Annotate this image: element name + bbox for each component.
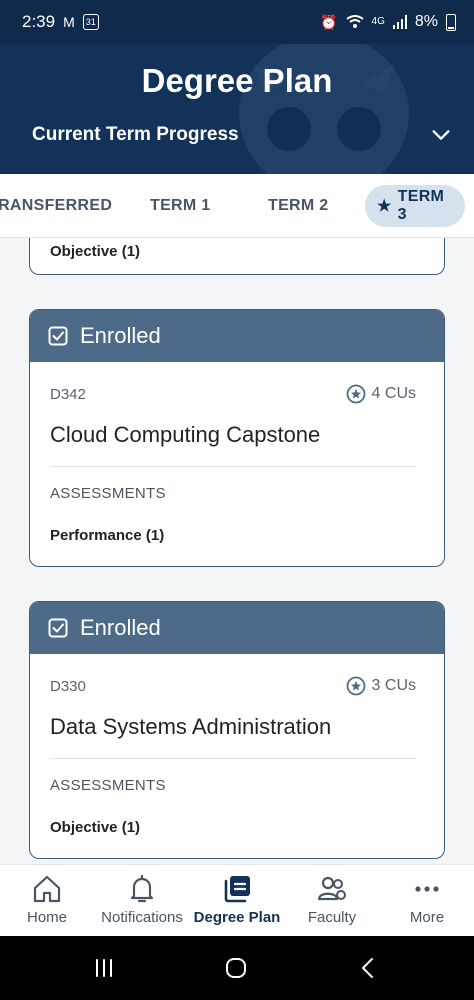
competency-units: 3 CUs xyxy=(346,676,416,696)
tab-term-3[interactable]: ★ TERM 3 xyxy=(365,185,465,227)
star-badge-icon xyxy=(346,384,365,404)
course-card[interactable]: Enrolled D342 4 CUs Cloud Computing Caps… xyxy=(29,309,445,567)
cu-value: 4 CUs xyxy=(371,385,416,402)
gmail-icon: M xyxy=(63,14,75,30)
tab-label: TRANSFERRED xyxy=(0,197,113,214)
course-code: D342 xyxy=(50,386,86,403)
bell-icon xyxy=(130,874,154,903)
alarm-icon: ⏰ xyxy=(320,14,338,30)
tab-term-1[interactable]: TERM 1 xyxy=(150,185,210,227)
term-tabs: TRANSFERRED TERM 1 TERM 2 ★ TERM 3 xyxy=(0,174,474,238)
tab-label: TERM 2 xyxy=(268,197,329,214)
back-icon[interactable] xyxy=(356,956,380,980)
tab-label: TERM 3 xyxy=(397,188,445,223)
assessment-item: Objective (1) xyxy=(50,819,141,836)
course-list[interactable]: Objective (1) Enrolled D342 4 CUs Cloud … xyxy=(0,238,474,864)
recent-apps-icon[interactable] xyxy=(92,956,116,980)
bottom-nav: Home Notifications Degree Plan Faculty M… xyxy=(0,864,474,936)
nav-home[interactable]: Home xyxy=(0,873,97,926)
checkbox-checked-icon xyxy=(48,618,68,638)
status-time: 2:39 xyxy=(22,12,56,31)
assessments-heading: ASSESSMENTS xyxy=(50,485,166,502)
cu-value: 3 CUs xyxy=(371,677,416,694)
star-badge-icon xyxy=(346,676,365,696)
course-card[interactable]: Objective (1) xyxy=(29,238,445,275)
card-status-header: Enrolled xyxy=(30,310,444,362)
nav-notifications[interactable]: Notifications xyxy=(92,873,192,926)
status-label: Enrolled xyxy=(80,615,161,640)
nav-label: Faculty xyxy=(307,909,357,926)
course-title: Cloud Computing Capstone xyxy=(50,422,321,447)
tab-transferred[interactable]: TRANSFERRED xyxy=(0,185,112,227)
course-card[interactable]: Enrolled D330 3 CUs Data Systems Adminis… xyxy=(29,601,445,859)
term-progress-toggle[interactable]: Current Term Progress xyxy=(32,124,452,146)
wifi-icon xyxy=(345,15,364,28)
assessment-item: Objective (1) xyxy=(50,243,141,260)
checkbox-checked-icon xyxy=(48,326,68,346)
nav-label: More xyxy=(409,909,445,926)
nav-label: Degree Plan xyxy=(193,909,281,926)
home-button-icon[interactable] xyxy=(224,956,248,980)
battery-icon xyxy=(446,13,456,31)
app-header: Degree Plan Current Term Progress xyxy=(0,44,474,174)
divider xyxy=(50,758,416,759)
page-title: Degree Plan xyxy=(141,62,333,99)
degree-plan-icon xyxy=(224,876,250,903)
nav-label: Home xyxy=(26,909,67,926)
faculty-icon xyxy=(317,876,346,901)
status-label: Enrolled xyxy=(80,323,161,348)
system-navigation-bar xyxy=(0,936,474,1000)
tab-term-2[interactable]: TERM 2 xyxy=(268,185,328,227)
assessments-heading: ASSESSMENTS xyxy=(50,777,166,794)
term-progress-label: Current Term Progress xyxy=(32,124,239,145)
signal-icon xyxy=(392,15,407,29)
chevron-down-icon[interactable] xyxy=(430,124,452,146)
home-icon xyxy=(33,875,61,903)
nav-degree-plan[interactable]: Degree Plan xyxy=(187,873,287,926)
star-icon: ★ xyxy=(377,198,392,215)
nav-faculty[interactable]: Faculty xyxy=(282,873,382,926)
battery-percent: 8% xyxy=(414,13,438,30)
assessment-item: Performance (1) xyxy=(50,527,165,544)
nav-more[interactable]: More xyxy=(377,873,474,926)
calendar-icon: 31 xyxy=(82,14,99,30)
nav-label: Notifications xyxy=(101,909,183,926)
course-code: D330 xyxy=(50,678,86,695)
volte-icon: 4G xyxy=(371,16,385,27)
competency-units: 4 CUs xyxy=(346,384,416,404)
card-status-header: Enrolled xyxy=(30,602,444,654)
divider xyxy=(50,466,416,467)
more-icon xyxy=(415,886,439,892)
status-bar: 2:39 M 31 ⏰ 4G 8% xyxy=(0,0,474,44)
course-title: Data Systems Administration xyxy=(50,714,332,739)
tab-label: TERM 1 xyxy=(150,197,211,214)
